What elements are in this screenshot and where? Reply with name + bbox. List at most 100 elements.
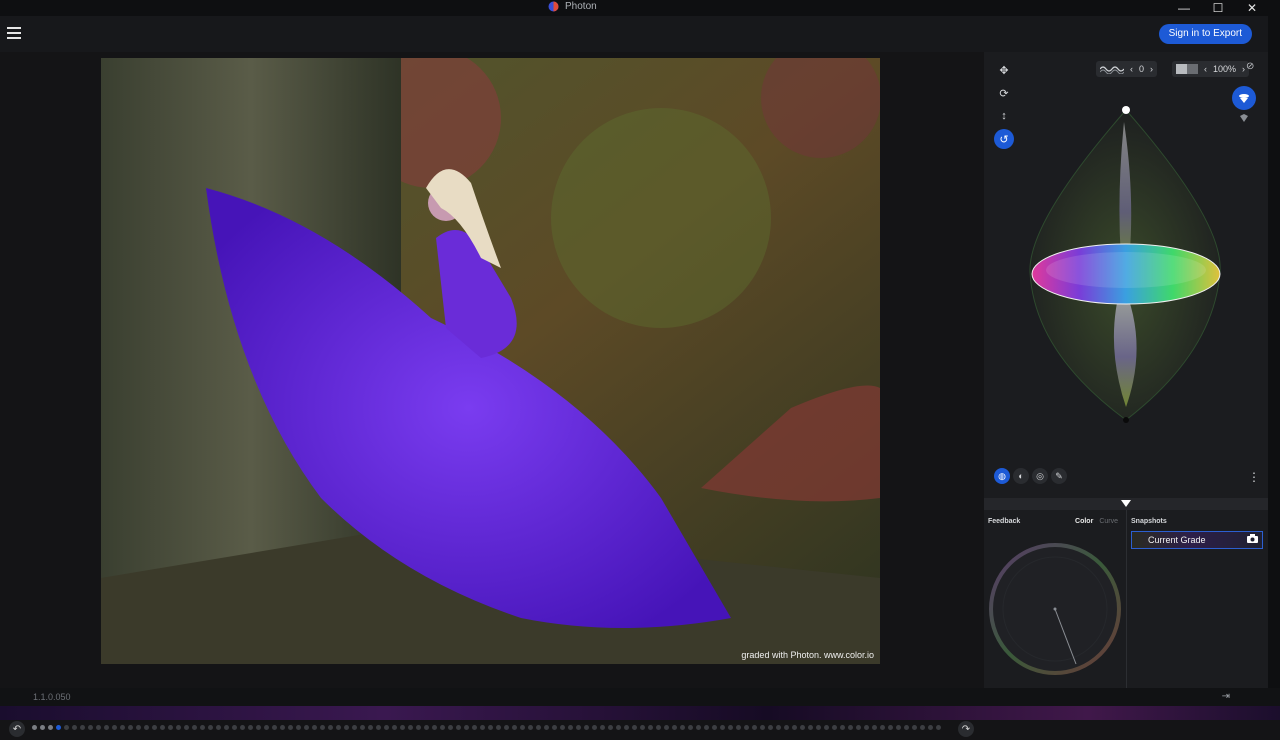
history-step[interactable] [648,725,653,730]
history-step[interactable] [752,725,757,730]
history-step[interactable] [144,725,149,730]
history-step[interactable] [544,725,549,730]
history-step[interactable] [192,725,197,730]
history-step[interactable] [312,725,317,730]
history-step[interactable] [448,725,453,730]
color-space-scope[interactable] [1024,102,1224,432]
history-step[interactable] [928,725,933,730]
history-step[interactable] [344,725,349,730]
history-step[interactable] [304,725,309,730]
menu-icon[interactable] [7,27,21,39]
history-step[interactable] [496,725,501,730]
history-step[interactable] [288,725,293,730]
history-step[interactable] [416,725,421,730]
history-step[interactable] [728,725,733,730]
history-step[interactable] [72,725,77,730]
history-step[interactable] [840,725,845,730]
history-step[interactable] [832,725,837,730]
globe-mode-icon[interactable]: ◍ [994,468,1010,484]
history-step[interactable] [744,725,749,730]
history-step[interactable] [640,725,645,730]
redo-icon[interactable]: ↷ [958,721,974,737]
history-step[interactable] [32,725,37,730]
history-step[interactable] [320,725,325,730]
history-step[interactable] [576,725,581,730]
history-step[interactable] [936,725,941,730]
history-step[interactable] [240,725,245,730]
noise-next-icon[interactable]: › [1150,64,1153,74]
graded-photo[interactable]: graded with Photon. www.color.io [101,58,880,664]
history-step[interactable] [536,725,541,730]
panel-divider[interactable] [984,498,1268,510]
history-step[interactable] [808,725,813,730]
vertical-tool-icon[interactable]: ↕ [994,106,1014,126]
collapse-handle-icon[interactable] [1121,500,1131,507]
tab-color[interactable]: Color [1075,518,1093,525]
history-step[interactable] [712,725,717,730]
history-step[interactable] [440,725,445,730]
history-step[interactable] [896,725,901,730]
history-step[interactable] [504,725,509,730]
history-step[interactable] [464,725,469,730]
history-step[interactable] [600,725,605,730]
undo-icon[interactable]: ↶ [9,721,25,737]
history-step[interactable] [584,725,589,730]
history-step[interactable] [912,725,917,730]
history-step[interactable] [848,725,853,730]
history-step[interactable] [920,725,925,730]
history-step[interactable] [216,725,221,730]
history-step[interactable] [384,725,389,730]
opacity-control[interactable]: ‹ 100% › [1172,61,1250,77]
history-step[interactable] [616,725,621,730]
history-step[interactable] [888,725,893,730]
history-step[interactable] [208,725,213,730]
target-mode-icon[interactable]: ◎ [1032,468,1048,484]
history-step[interactable] [632,725,637,730]
opacity-next-icon[interactable]: › [1242,64,1245,74]
history-step[interactable] [864,725,869,730]
history-step[interactable] [152,725,157,730]
history-step[interactable] [688,725,693,730]
history-step[interactable] [568,725,573,730]
maximize-button[interactable]: ☐ [1202,0,1234,16]
history-step[interactable] [368,725,373,730]
history-step[interactable] [768,725,773,730]
history-step[interactable] [784,725,789,730]
history-step[interactable] [112,725,117,730]
circle-mode-icon[interactable]: ◐ [1013,468,1029,484]
history-step[interactable] [272,725,277,730]
history-step[interactable] [528,725,533,730]
current-grade-snapshot[interactable]: Current Grade [1131,531,1263,549]
history-step[interactable] [408,725,413,730]
history-step[interactable] [672,725,677,730]
history-step[interactable] [736,725,741,730]
history-step[interactable] [592,725,597,730]
history-step[interactable] [424,725,429,730]
history-step[interactable] [392,725,397,730]
history-step[interactable] [296,725,301,730]
history-steps[interactable] [32,725,950,733]
history-step[interactable] [160,725,165,730]
history-step[interactable] [88,725,93,730]
history-step[interactable] [696,725,701,730]
history-step[interactable] [40,725,45,730]
pin-panel-icon[interactable]: ⇥ [1222,691,1230,702]
history-step[interactable] [792,725,797,730]
history-step[interactable] [336,725,341,730]
tab-curve[interactable]: Curve [1099,518,1118,525]
secondary-view-icon[interactable] [1236,110,1252,126]
noise-control[interactable]: ‹ 0 › [1096,61,1158,77]
history-step[interactable] [328,725,333,730]
opacity-prev-icon[interactable]: ‹ [1204,64,1207,74]
history-step[interactable] [760,725,765,730]
history-step[interactable] [856,725,861,730]
minimize-button[interactable]: — [1168,0,1200,16]
history-step[interactable] [168,725,173,730]
move-tool-icon[interactable]: ✥ [994,60,1014,80]
history-step[interactable] [104,725,109,730]
history-step[interactable] [624,725,629,730]
close-button[interactable]: ✕ [1236,0,1268,16]
history-step[interactable] [80,725,85,730]
history-step[interactable] [800,725,805,730]
history-step[interactable] [352,725,357,730]
